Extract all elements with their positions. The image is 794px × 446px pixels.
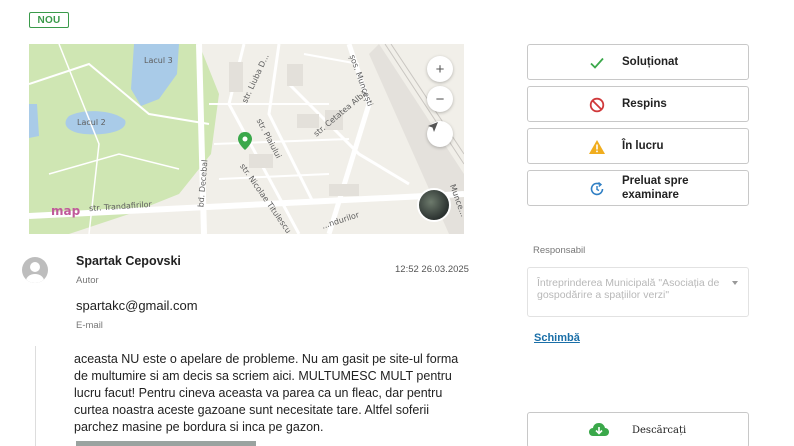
author-email: spartakc@gmail.com bbox=[76, 298, 198, 313]
refresh-clock-icon bbox=[588, 180, 606, 198]
zoom-in-button[interactable]: + bbox=[427, 56, 453, 82]
navigation-arrow-icon bbox=[428, 122, 438, 132]
divider bbox=[35, 346, 36, 446]
avatar bbox=[22, 257, 48, 283]
author-name: Spartak Cepovski bbox=[76, 254, 181, 268]
rejected-button[interactable]: Respins bbox=[527, 86, 749, 122]
message-text: aceasta NU este o apelare de probleme. N… bbox=[74, 352, 459, 434]
timestamp: 12:52 26.03.2025 bbox=[395, 264, 469, 275]
under-review-label: Preluat spre examinare bbox=[622, 175, 689, 201]
solved-label: Soluționat bbox=[622, 56, 679, 68]
map-logo: map bbox=[51, 204, 81, 218]
responsible-label: Responsabil bbox=[533, 245, 586, 256]
locate-button[interactable] bbox=[427, 121, 453, 147]
download-button[interactable]: Descărcați bbox=[527, 412, 749, 446]
attachment-thumbnail[interactable] bbox=[76, 441, 256, 446]
author-role: Autor bbox=[76, 275, 99, 286]
solved-button[interactable]: Soluționat bbox=[527, 44, 749, 80]
zoom-out-button[interactable]: − bbox=[427, 86, 453, 112]
rejected-label: Respins bbox=[622, 98, 667, 110]
satellite-toggle-button[interactable] bbox=[417, 188, 451, 222]
warning-icon bbox=[588, 138, 606, 156]
in-progress-button[interactable]: În lucru bbox=[527, 128, 749, 164]
email-label: E-mail bbox=[76, 320, 103, 331]
download-label: Descărcați bbox=[632, 425, 687, 436]
map-label-lake3: Lacul 3 bbox=[144, 56, 173, 65]
location-map[interactable]: Lacul 3 Lacul 2 str. Liuba D... șos. Mun… bbox=[29, 44, 464, 234]
responsible-select[interactable]: Întreprinderea Municipală "Asociația de … bbox=[527, 267, 749, 317]
cloud-download-icon bbox=[588, 421, 610, 444]
status-badge: NOU bbox=[29, 12, 69, 28]
change-responsible-link[interactable]: Schimbă bbox=[534, 332, 580, 344]
responsible-value: Întreprinderea Municipală "Asociația de … bbox=[537, 277, 720, 301]
chevron-down-icon bbox=[732, 281, 738, 285]
under-review-button[interactable]: Preluat spre examinare bbox=[527, 170, 749, 206]
in-progress-label: În lucru bbox=[622, 140, 664, 152]
check-icon bbox=[588, 54, 606, 72]
ban-icon bbox=[588, 96, 606, 114]
map-label-lake2: Lacul 2 bbox=[77, 118, 106, 127]
